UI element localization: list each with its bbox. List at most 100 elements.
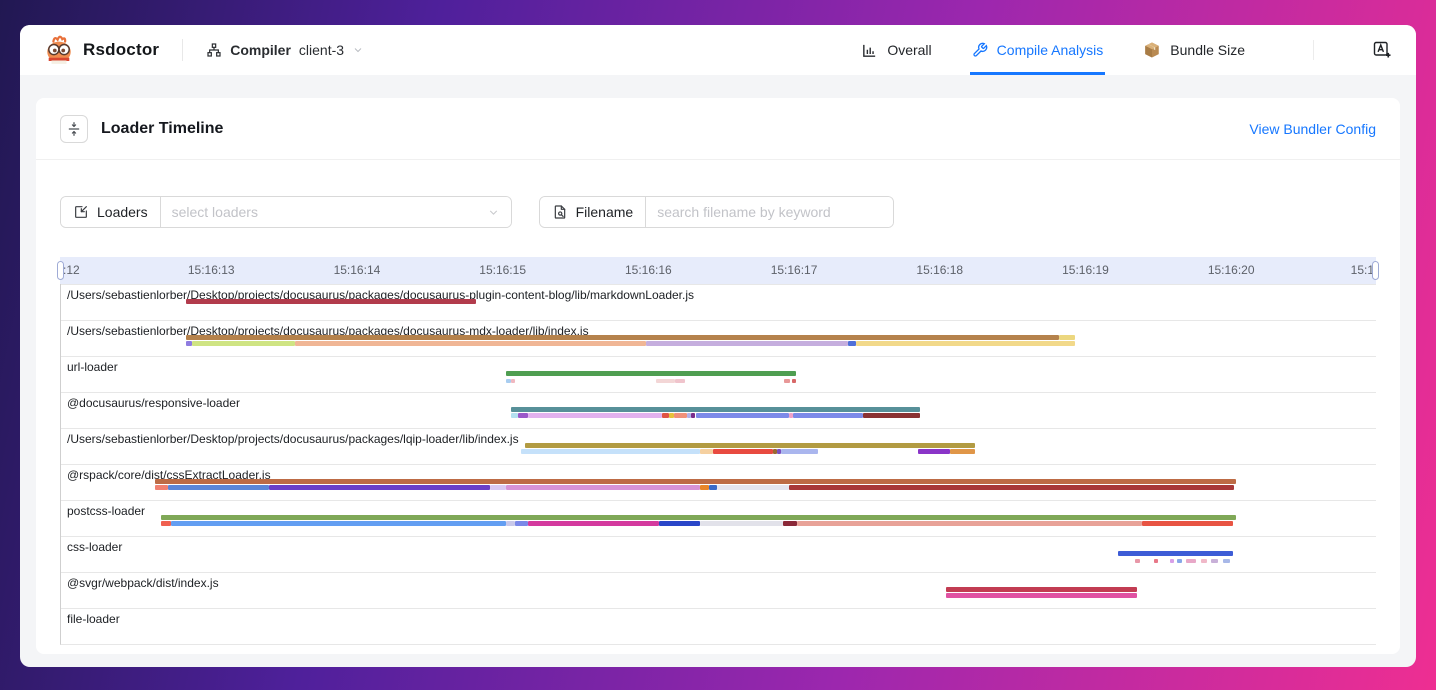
- loader-timeline-chart: :1215:16:1315:16:1415:16:1515:16:1615:16…: [60, 257, 1376, 645]
- loader-span[interactable]: [1201, 559, 1207, 563]
- loader-span[interactable]: [700, 485, 709, 490]
- loader-span[interactable]: [168, 485, 268, 490]
- loader-span[interactable]: [797, 521, 1142, 526]
- loader-span[interactable]: [186, 341, 192, 346]
- loader-span[interactable]: [717, 485, 788, 490]
- loader-span[interactable]: [646, 341, 848, 346]
- loader-span[interactable]: [528, 413, 662, 418]
- loader-span[interactable]: [192, 341, 295, 346]
- package-icon: [1143, 41, 1161, 59]
- loader-span[interactable]: [696, 413, 789, 418]
- loader-span[interactable]: [946, 587, 1137, 592]
- loader-span[interactable]: [675, 379, 685, 383]
- loader-span[interactable]: [918, 449, 950, 454]
- loader-span[interactable]: [700, 521, 783, 526]
- loader-span[interactable]: [1142, 521, 1232, 526]
- loader-span[interactable]: [856, 341, 1076, 346]
- loaders-select[interactable]: [161, 197, 511, 227]
- filename-search-input[interactable]: [657, 204, 882, 220]
- loader-span[interactable]: [155, 485, 168, 490]
- tab-bundle-size[interactable]: Bundle Size: [1143, 25, 1245, 75]
- loader-span[interactable]: [1118, 551, 1233, 556]
- collapse-rows-icon: [66, 121, 82, 137]
- loader-span[interactable]: [709, 485, 718, 490]
- loader-span[interactable]: [1223, 559, 1230, 563]
- loader-span[interactable]: [781, 449, 817, 454]
- axis-tick-label: 15:16:16: [625, 257, 672, 284]
- loader-span[interactable]: [1177, 559, 1181, 563]
- loader-span[interactable]: [186, 335, 1060, 340]
- loader-span[interactable]: [161, 515, 1235, 520]
- brand[interactable]: Rsdoctor: [44, 35, 159, 65]
- loader-span[interactable]: [950, 449, 975, 454]
- loader-span[interactable]: [506, 485, 700, 490]
- loader-span[interactable]: [171, 521, 506, 526]
- loader-span[interactable]: [656, 379, 675, 383]
- loader-span[interactable]: [1186, 559, 1196, 563]
- loader-span[interactable]: [792, 379, 796, 383]
- wrench-icon: [972, 42, 988, 58]
- loaders-filter-group: Loaders: [60, 196, 512, 228]
- loader-span[interactable]: [506, 379, 510, 383]
- loader-span[interactable]: [669, 413, 673, 418]
- axis-tick-label: 15:16:13: [188, 257, 235, 284]
- time-axis[interactable]: :1215:16:1315:16:1415:16:1515:16:1615:16…: [60, 257, 1376, 284]
- axis-tick-label: 15:16:14: [334, 257, 381, 284]
- loader-span[interactable]: [946, 593, 1137, 598]
- loader-span[interactable]: [511, 379, 515, 383]
- compiler-selector[interactable]: Compiler client-3: [206, 42, 364, 58]
- tab-overall[interactable]: Overall: [861, 25, 931, 75]
- loader-span[interactable]: [511, 407, 920, 412]
- compiler-value: client-3: [299, 42, 344, 58]
- loader-span[interactable]: [525, 443, 975, 448]
- loader-span[interactable]: [700, 449, 713, 454]
- timeline-row: @docusaurus/responsive-loader: [61, 392, 1376, 428]
- loader-span[interactable]: [506, 521, 515, 526]
- loader-span[interactable]: [793, 413, 863, 418]
- loader-timeline-card: Loader Timeline View Bundler Config Load…: [36, 98, 1400, 654]
- loader-span[interactable]: [659, 521, 700, 526]
- filename-filter-addon: Filename: [540, 197, 647, 227]
- loader-span[interactable]: [518, 413, 528, 418]
- loader-span[interactable]: [490, 485, 506, 490]
- loader-span[interactable]: [511, 413, 518, 418]
- loader-span[interactable]: [155, 479, 1235, 484]
- loader-span[interactable]: [848, 341, 855, 346]
- loader-span[interactable]: [521, 449, 700, 454]
- loader-span[interactable]: [783, 521, 798, 526]
- loader-span[interactable]: [528, 521, 659, 526]
- collapse-rows-button[interactable]: [60, 115, 88, 143]
- loader-span[interactable]: [691, 413, 695, 418]
- loader-span[interactable]: [269, 485, 490, 490]
- loader-span[interactable]: [161, 521, 171, 526]
- loader-span[interactable]: [295, 341, 646, 346]
- loader-span[interactable]: [674, 413, 687, 418]
- loader-span[interactable]: [186, 299, 476, 304]
- loader-span[interactable]: [1154, 559, 1158, 563]
- timeline-row: @rspack/core/dist/cssExtractLoader.js: [61, 464, 1376, 500]
- loader-span[interactable]: [784, 379, 790, 383]
- tab-compile-analysis[interactable]: Compile Analysis: [972, 25, 1104, 75]
- loader-span[interactable]: [515, 521, 528, 526]
- font-size-icon[interactable]: [1372, 40, 1392, 60]
- loader-span[interactable]: [713, 449, 773, 454]
- datazoom-handle-right[interactable]: [1372, 261, 1379, 280]
- filename-search[interactable]: [646, 197, 893, 227]
- loader-span[interactable]: [506, 371, 796, 376]
- axis-tick-label: 15:16:18: [916, 257, 963, 284]
- top-bar: Rsdoctor Compiler client-3: [20, 25, 1416, 75]
- loaders-filter-addon: Loaders: [61, 197, 161, 227]
- loader-span[interactable]: [863, 413, 920, 418]
- timeline-row-label: @svgr/webpack/dist/index.js: [67, 576, 219, 590]
- loader-span[interactable]: [1135, 559, 1139, 563]
- loader-span[interactable]: [1059, 335, 1075, 340]
- loaders-select-input[interactable]: [172, 204, 472, 220]
- loader-span[interactable]: [1170, 559, 1174, 563]
- loader-span[interactable]: [789, 485, 1235, 490]
- view-bundler-config-link[interactable]: View Bundler Config: [1249, 121, 1376, 137]
- loader-span[interactable]: [662, 413, 669, 418]
- loader-span[interactable]: [1211, 559, 1218, 563]
- datazoom-handle-left[interactable]: [57, 261, 64, 280]
- axis-tick-label: 15:16:15: [479, 257, 526, 284]
- timeline-row: /Users/sebastienlorber/Desktop/projects/…: [61, 428, 1376, 464]
